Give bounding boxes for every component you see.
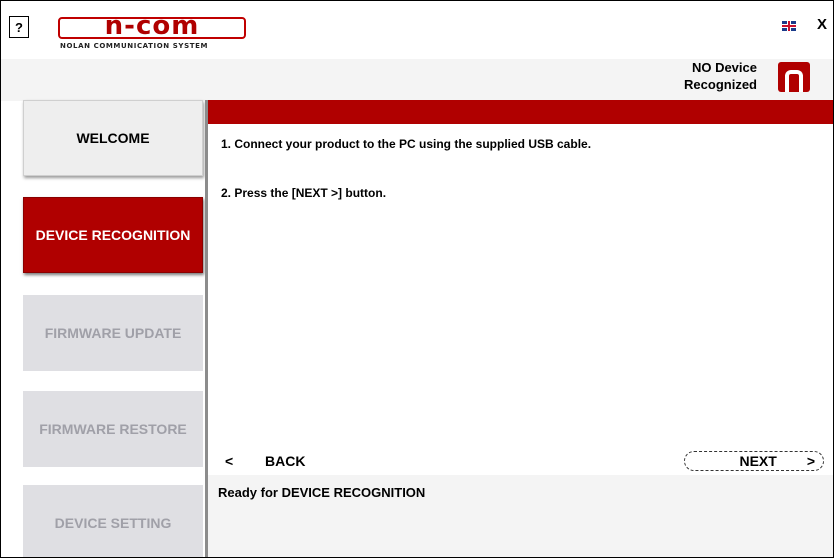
help-button[interactable]: ? xyxy=(9,16,29,38)
sidebar-item-label: DEVICE SETTING xyxy=(54,515,172,531)
instruction-step-2: 2. Press the [NEXT >] button. xyxy=(221,186,387,200)
back-button[interactable]: < BACK xyxy=(225,453,305,469)
device-status-line1: NO Device xyxy=(691,60,757,75)
status-message: Ready for DEVICE RECOGNITION xyxy=(218,485,426,500)
sidebar-item-label: FIRMWARE RESTORE xyxy=(39,421,187,437)
back-arrow-icon: < xyxy=(225,453,234,469)
logo-subtitle: NOLAN COMMUNICATION SYSTEM xyxy=(60,42,209,50)
uk-flag-icon[interactable] xyxy=(782,21,796,31)
section-header-bar xyxy=(208,100,833,124)
sidebar-item-device-recognition[interactable]: DEVICE RECOGNITION xyxy=(23,197,203,273)
next-label: NEXT xyxy=(739,453,777,469)
content-panel xyxy=(208,124,833,474)
app-window: ? n-com NOLAN COMMUNICATION SYSTEM X NO … xyxy=(0,0,834,558)
sidebar-item-label: DEVICE RECOGNITION xyxy=(35,227,191,243)
back-label: BACK xyxy=(265,453,306,469)
next-button[interactable]: NEXT > xyxy=(684,451,824,471)
sidebar-item-firmware-restore: FIRMWARE RESTORE xyxy=(23,391,203,467)
device-status-text: NO Device Recognized xyxy=(684,59,757,93)
instruction-step-1: 1. Connect your product to the PC using … xyxy=(221,137,592,151)
top-bar: ? n-com NOLAN COMMUNICATION SYSTEM X xyxy=(1,1,833,63)
logo-wordmark: n-com xyxy=(104,11,200,41)
device-status-line2: Recognized xyxy=(684,77,757,92)
sidebar-item-device-setting: DEVICE SETTING xyxy=(23,485,203,557)
sidebar-item-label: WELCOME xyxy=(76,130,150,146)
close-button[interactable]: X xyxy=(817,16,827,33)
next-arrow-icon: > xyxy=(806,453,815,469)
sidebar-item-welcome[interactable]: WELCOME xyxy=(23,100,203,176)
sidebar-item-firmware-update: FIRMWARE UPDATE xyxy=(23,295,203,371)
n-com-logo: n-com NOLAN COMMUNICATION SYSTEM xyxy=(58,11,248,57)
n-com-device-icon xyxy=(778,62,810,92)
sidebar-item-label: FIRMWARE UPDATE xyxy=(44,325,182,341)
